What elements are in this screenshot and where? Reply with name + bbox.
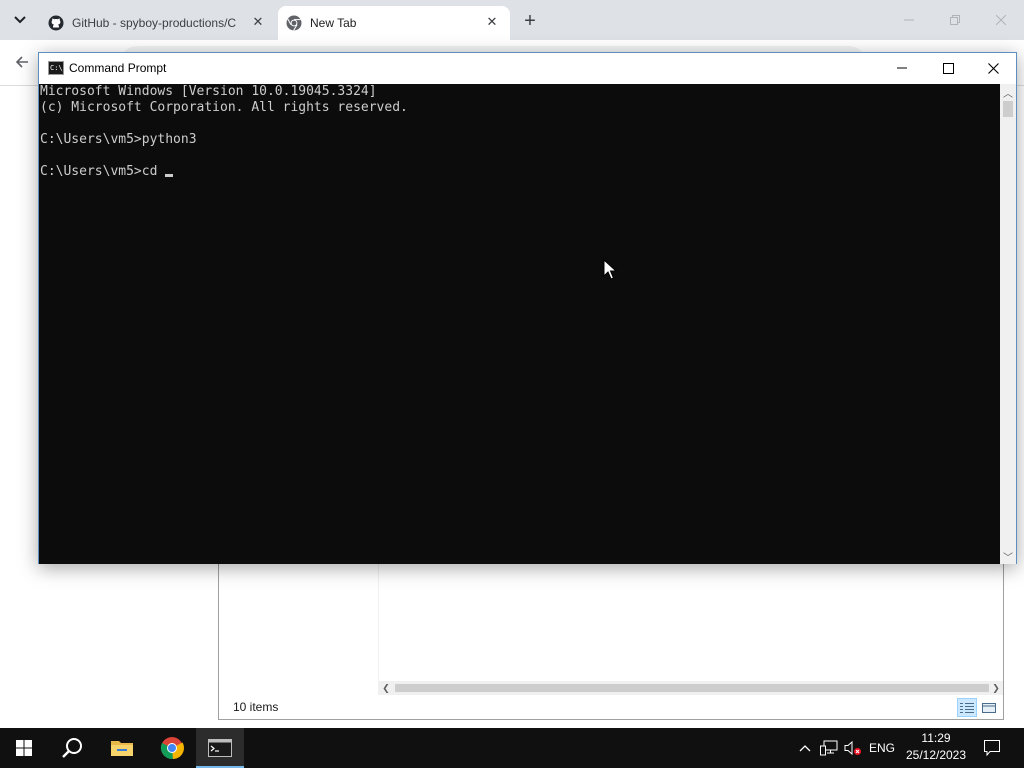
close-icon bbox=[987, 62, 999, 74]
clock-date: 25/12/2023 bbox=[905, 748, 967, 762]
chrome-tab-new-tab[interactable]: New Tab ✕ bbox=[278, 6, 510, 40]
mouse-pointer-icon bbox=[603, 259, 617, 280]
tab-search-button[interactable] bbox=[6, 8, 34, 32]
network-icon bbox=[820, 740, 838, 756]
search-button[interactable] bbox=[48, 728, 96, 768]
network-button[interactable] bbox=[818, 728, 840, 768]
console-line: Microsoft Windows [Version 10.0.19045.33… bbox=[40, 84, 377, 99]
scroll-down-icon[interactable]: ﹀ bbox=[1000, 548, 1016, 564]
new-tab-button[interactable]: + bbox=[518, 9, 542, 33]
tab-title: GitHub - spyboy-productions/C bbox=[72, 16, 237, 30]
command-prompt-icon bbox=[208, 739, 232, 757]
horizontal-scrollbar[interactable]: ❮ ❯ bbox=[379, 681, 1003, 695]
cmd-maximize-button[interactable] bbox=[925, 53, 971, 83]
close-tab-icon[interactable]: ✕ bbox=[250, 14, 266, 30]
github-icon bbox=[48, 15, 64, 31]
chrome-tab-strip: GitHub - spyboy-productions/C ✕ New Tab … bbox=[0, 0, 1024, 40]
maximize-icon bbox=[942, 62, 954, 74]
restore-icon bbox=[950, 15, 960, 25]
notification-icon bbox=[984, 740, 1000, 756]
chevron-down-icon bbox=[14, 16, 26, 24]
back-button[interactable] bbox=[10, 50, 34, 74]
scroll-up-icon[interactable]: ︿ bbox=[1000, 84, 1016, 100]
chrome-icon bbox=[286, 15, 302, 31]
details-view-button[interactable] bbox=[957, 698, 977, 717]
close-icon bbox=[996, 15, 1006, 25]
navigation-pane bbox=[219, 563, 379, 695]
console-output[interactable]: Microsoft Windows [Version 10.0.19045.33… bbox=[39, 84, 1000, 564]
console-input-line[interactable]: C:\Users\vm5>cd bbox=[39, 164, 1000, 180]
text-cursor bbox=[165, 174, 174, 177]
show-hidden-icons-button[interactable] bbox=[794, 728, 816, 768]
clock-time: 11:29 bbox=[921, 731, 951, 745]
chrome-tab-github[interactable]: GitHub - spyboy-productions/C ✕ bbox=[40, 6, 276, 40]
input-language-button[interactable]: ENG bbox=[866, 728, 898, 768]
scroll-right-icon[interactable]: ❯ bbox=[989, 681, 1003, 695]
taskbar-command-prompt[interactable] bbox=[196, 728, 244, 768]
chrome-minimize-button[interactable] bbox=[886, 0, 932, 40]
large-icons-view-icon bbox=[982, 702, 996, 713]
tab-title: New Tab bbox=[310, 16, 357, 30]
taskbar: ENG 11:29 25/12/2023 bbox=[0, 728, 1024, 768]
language-label: ENG bbox=[868, 741, 895, 755]
folder-icon bbox=[111, 741, 133, 756]
item-count: 10 items bbox=[233, 700, 279, 714]
chrome-close-button[interactable] bbox=[978, 0, 1024, 40]
close-tab-icon[interactable]: ✕ bbox=[484, 14, 500, 30]
prompt-text: C:\Users\vm5>cd bbox=[40, 164, 166, 179]
scroll-left-icon[interactable]: ❮ bbox=[379, 681, 393, 695]
console-line: (c) Microsoft Corporation. All rights re… bbox=[40, 100, 408, 115]
volume-button[interactable] bbox=[842, 728, 864, 768]
taskbar-file-explorer[interactable] bbox=[98, 728, 146, 768]
start-button[interactable] bbox=[0, 728, 48, 768]
plus-icon: + bbox=[524, 9, 536, 32]
chrome-restore-button[interactable] bbox=[932, 0, 978, 40]
command-prompt-window: C:\_ Command Prompt Microsoft Windows [V… bbox=[38, 52, 1017, 564]
vertical-scrollbar[interactable]: ︿ ﹀ bbox=[1000, 84, 1016, 564]
arrow-left-icon bbox=[15, 56, 28, 68]
clock-button[interactable]: 11:29 25/12/2023 bbox=[900, 730, 972, 766]
status-bar: 10 items bbox=[219, 695, 1003, 719]
minimize-icon bbox=[897, 67, 907, 69]
action-center-button[interactable] bbox=[978, 728, 1006, 768]
taskbar-chrome[interactable] bbox=[148, 728, 196, 768]
search-icon bbox=[62, 738, 82, 758]
cmd-close-button[interactable] bbox=[970, 53, 1016, 83]
window-title: Command Prompt bbox=[69, 61, 167, 75]
chevron-up-icon bbox=[799, 745, 811, 752]
scrollbar-thumb[interactable] bbox=[395, 684, 989, 692]
scrollbar-thumb[interactable] bbox=[1003, 101, 1013, 117]
minimize-icon bbox=[904, 19, 914, 21]
chrome-icon bbox=[160, 737, 184, 760]
command-prompt-icon: C:\_ bbox=[48, 61, 64, 75]
speaker-muted-icon bbox=[844, 740, 862, 756]
file-explorer-window: ❮ ❯ 10 items bbox=[218, 563, 1004, 720]
cmd-title-bar[interactable]: C:\_ Command Prompt bbox=[39, 53, 1016, 84]
cmd-minimize-button[interactable] bbox=[879, 53, 925, 83]
details-view-icon bbox=[960, 702, 974, 713]
windows-icon bbox=[16, 740, 32, 756]
large-icons-view-button[interactable] bbox=[979, 698, 999, 717]
console-line: C:\Users\vm5>python3 bbox=[40, 132, 197, 147]
